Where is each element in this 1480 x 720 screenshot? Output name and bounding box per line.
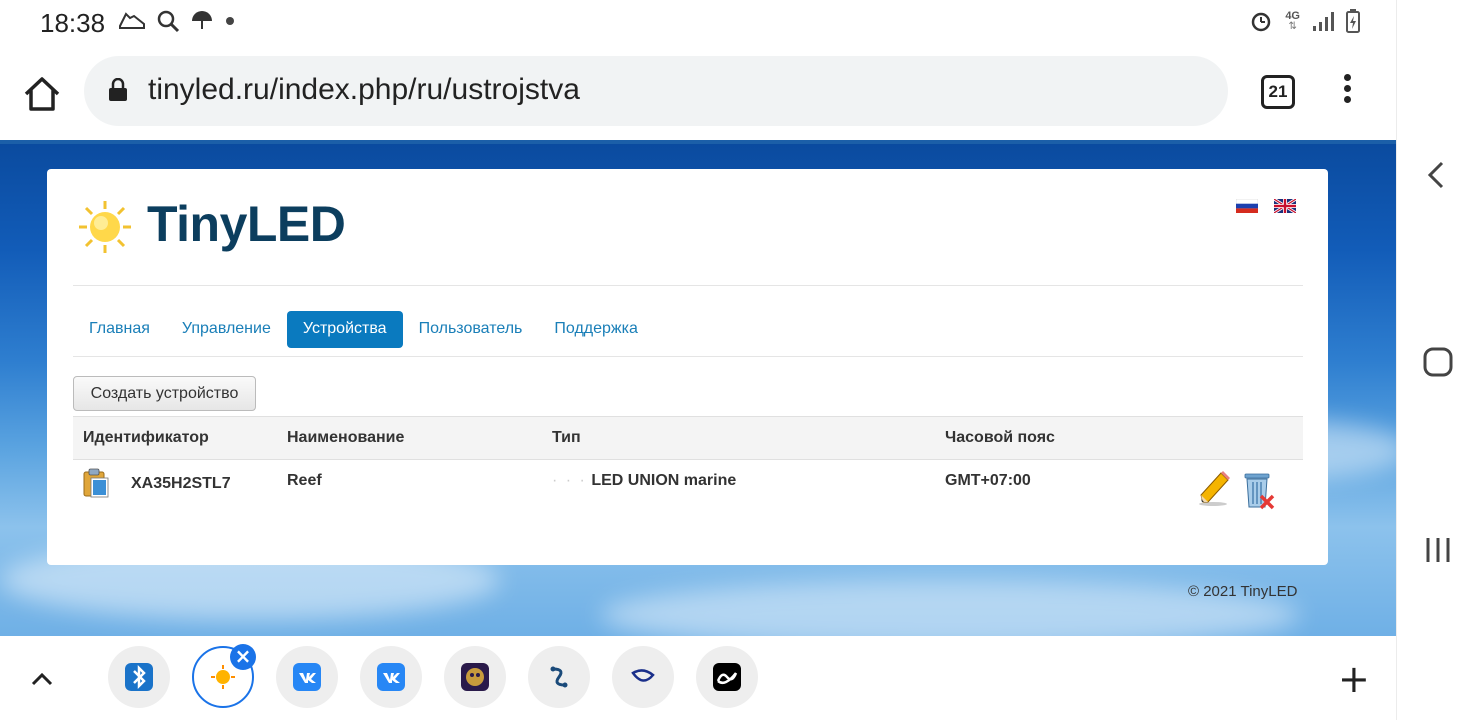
sun-favicon-icon	[211, 665, 235, 689]
umbrella-icon	[192, 11, 212, 29]
tab-switcher-button[interactable]: 21	[1261, 75, 1295, 109]
nav-support[interactable]: Поддержка	[538, 311, 653, 348]
status-bar: 18:38 4G ⇅	[0, 0, 1396, 46]
site-footer: © 2021 TinyLED	[1188, 583, 1298, 600]
favorite-skype[interactable]	[612, 646, 674, 708]
header-timezone: Часовой пояс	[945, 429, 1055, 446]
game-app-icon	[461, 663, 489, 691]
sun-logo-icon	[79, 201, 131, 253]
home-nav-icon[interactable]	[1423, 347, 1453, 377]
favorite-vk[interactable]	[276, 646, 338, 708]
favorite-game[interactable]	[444, 646, 506, 708]
site-logo-text[interactable]: TinyLED	[147, 195, 346, 253]
header-divider	[73, 285, 1303, 286]
device-type: · · · LED UNION marine	[552, 472, 737, 489]
table-row: XA35H2STL7 Reef · · · LED UNION marine G…	[73, 460, 1303, 524]
nav-user[interactable]: Пользователь	[403, 311, 539, 348]
infinity-app-icon	[713, 663, 741, 691]
web-content: TinyLED Главная Управление Устройства По…	[0, 140, 1396, 636]
back-icon[interactable]	[1425, 160, 1447, 190]
device-timezone: GMT+07:00	[945, 472, 1031, 489]
network-label: 4G	[1285, 9, 1300, 22]
clipboard-icon[interactable]	[81, 468, 111, 498]
browser-toolbar: tinyled.ru/index.php/ru/ustrojstva 21	[0, 46, 1396, 140]
status-right-icons: 4G ⇅	[1249, 9, 1360, 33]
close-favorite-icon[interactable]: ×	[230, 644, 256, 670]
favorite-vk-2[interactable]	[360, 646, 422, 708]
device-id: XA35H2STL7	[131, 475, 231, 492]
favorite-yandex[interactable]	[696, 646, 758, 708]
battery-icon	[1346, 9, 1360, 33]
delete-trash-icon[interactable]	[1241, 470, 1275, 510]
main-nav: Главная Управление Устройства Пользовате…	[73, 311, 654, 348]
create-device-button[interactable]: Создать устройство	[73, 376, 256, 411]
oval-app-icon	[631, 669, 655, 682]
status-time: 18:38	[40, 8, 106, 38]
add-favorite-button[interactable]: +	[1338, 660, 1370, 698]
favorite-bluetooth[interactable]	[108, 646, 170, 708]
browser-menu-button[interactable]	[1336, 74, 1358, 108]
home-icon[interactable]	[22, 74, 62, 114]
bottom-favorites-bar: × +	[0, 636, 1396, 720]
devices-table: Идентификатор Наименование Тип Часовой п…	[73, 416, 1303, 524]
nav-devices[interactable]: Устройства	[286, 311, 403, 348]
table-header: Идентификатор Наименование Тип Часовой п…	[73, 416, 1303, 460]
russian-flag-icon[interactable]	[1236, 199, 1258, 213]
nav-home[interactable]: Главная	[73, 311, 166, 348]
link-app-icon	[550, 666, 568, 688]
shoe-icon	[119, 12, 145, 29]
search-icon	[157, 10, 180, 33]
english-flag-icon[interactable]	[1274, 199, 1296, 213]
vk-app-icon-2	[377, 663, 405, 691]
vk-app-icon	[293, 663, 321, 691]
header-name: Наименование	[287, 429, 405, 446]
alarm-icon	[1252, 12, 1271, 32]
bluetooth-app-icon	[125, 663, 153, 691]
header-type: Тип	[552, 429, 581, 446]
chevron-up-icon[interactable]	[30, 668, 54, 692]
status-left-icons	[118, 9, 236, 33]
device-name: Reef	[287, 472, 322, 489]
dot-icon	[226, 17, 234, 25]
recent-apps-icon[interactable]	[1425, 536, 1451, 564]
favorite-link[interactable]	[528, 646, 590, 708]
system-navigation-bar	[1396, 0, 1480, 720]
nav-control[interactable]: Управление	[166, 311, 287, 348]
main-panel: TinyLED Главная Управление Устройства По…	[47, 169, 1328, 565]
header-identifier: Идентификатор	[83, 429, 209, 446]
lock-icon	[109, 78, 127, 101]
url-text: tinyled.ru/index.php/ru/ustrojstva	[148, 73, 580, 106]
signal-icon	[1313, 12, 1334, 31]
edit-pencil-icon[interactable]	[1197, 468, 1233, 508]
address-bar[interactable]: tinyled.ru/index.php/ru/ustrojstva	[84, 56, 1228, 126]
nav-divider	[73, 356, 1303, 357]
